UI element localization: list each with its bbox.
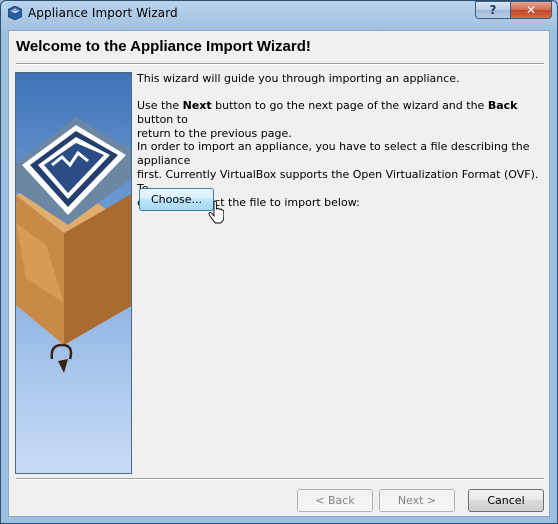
title-bar[interactable]: Appliance Import Wizard ? ✕ [1, 1, 557, 27]
nav-text-pre: Use the [137, 99, 183, 112]
page-title: Welcome to the Appliance Import Wizard! [16, 38, 311, 55]
footer-divider [16, 478, 544, 480]
back-button[interactable]: < Back [297, 489, 373, 512]
wizard-window: Appliance Import Wizard ? ✕ Welcome to t… [0, 0, 558, 524]
close-button[interactable]: ✕ [510, 1, 552, 19]
window-title: Appliance Import Wizard [28, 6, 178, 20]
intro-text: This wizard will guide you through impor… [137, 72, 460, 85]
wizard-client-area: Welcome to the Appliance Import Wizard! [8, 30, 550, 517]
appliance-box-icon [16, 117, 131, 373]
navigation-help-text: Use the Next button to go the next page … [137, 99, 539, 141]
cancel-button[interactable]: Cancel [468, 489, 544, 512]
wizard-side-image [15, 72, 132, 474]
import-text-line1: In order to import an appliance, you hav… [137, 140, 530, 167]
next-keyword: Next [182, 99, 212, 112]
nav-text-post: button to [137, 113, 188, 126]
nav-text-mid: button to go the next page of the wizard… [211, 99, 488, 112]
nav-text-line2: return to the previous page. [137, 127, 292, 140]
next-button[interactable]: Next > [379, 489, 455, 512]
header-divider [16, 63, 544, 65]
virtualbox-icon [8, 6, 22, 20]
back-keyword: Back [487, 99, 518, 112]
mouse-pointer-icon [208, 200, 224, 224]
help-button[interactable]: ? [475, 1, 511, 19]
choose-file-button[interactable]: Choose... [139, 188, 214, 211]
